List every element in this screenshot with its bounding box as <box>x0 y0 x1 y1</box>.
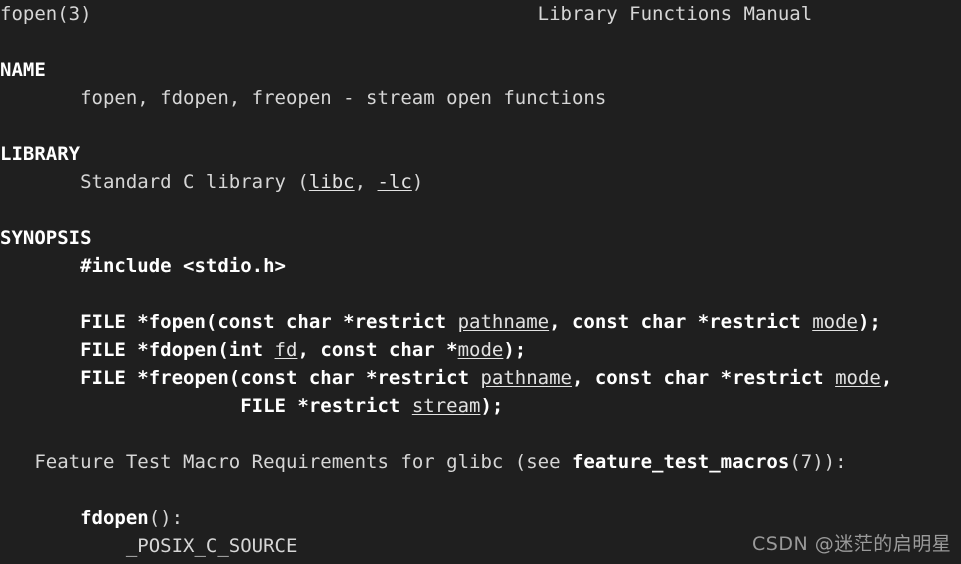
macro-name-posix-c-source: _POSIX_C_SOURCE <box>125 535 298 557</box>
fdopen-signature-prefix: FILE *fdopen(int <box>80 339 275 361</box>
library-text-prefix: Standard C library ( <box>80 171 309 193</box>
prototype-fdopen: FILE *fdopen(int fd, const char *mode); <box>0 336 961 364</box>
fopen-signature-prefix: FILE *fopen(const char *restrict <box>80 311 458 333</box>
section-heading-name: NAME <box>0 56 961 84</box>
freopen-signature-comma: , <box>880 367 893 389</box>
name-functions-text: fopen, fdopen, freopen - stream open fun… <box>80 87 607 109</box>
section-title-name: NAME <box>0 59 46 81</box>
library-text-suffix: ) <box>411 171 424 193</box>
feature-test-func-suffix: (): <box>148 507 184 529</box>
header-gap <box>92 3 538 25</box>
fdopen-param-fd[interactable]: fd <box>275 339 298 361</box>
synopsis-include-line: #include <stdio.h> <box>0 252 961 280</box>
prototype-fopen: FILE *fopen(const char *restrict pathnam… <box>0 308 961 336</box>
prototype-freopen-continuation: FILE *restrict stream); <box>0 392 961 420</box>
section-heading-library: LIBRARY <box>0 140 961 168</box>
fdopen-signature-suffix: ); <box>503 339 527 361</box>
fopen-signature-mid: , const char *restrict <box>549 311 813 333</box>
section-heading-synopsis: SYNOPSIS <box>0 224 961 252</box>
name-body-line: fopen, fdopen, freopen - stream open fun… <box>0 84 961 112</box>
freopen-param-stream[interactable]: stream <box>412 395 481 417</box>
fdopen-signature-mid: , const char * <box>297 339 458 361</box>
feature-test-intro-line: Feature Test Macro Requirements for glib… <box>0 448 961 476</box>
prototype-freopen: FILE *freopen(const char *restrict pathn… <box>0 364 961 392</box>
manpage-header-line: fopen(3) Library Functions Manual <box>0 0 961 28</box>
library-link-libc[interactable]: libc <box>309 171 355 193</box>
library-separator: , <box>354 171 378 193</box>
man-page-content: fopen(3) Library Functions Manual NAME f… <box>0 0 961 564</box>
freopen-param-pathname[interactable]: pathname <box>480 367 572 389</box>
feature-test-text-prefix: Feature Test Macro Requirements for glib… <box>34 451 572 473</box>
feature-test-func-fdopen: fdopen <box>80 507 149 529</box>
freopen-signature-cont-prefix: FILE *restrict <box>240 395 412 417</box>
csdn-watermark: CSDN @迷茫的启明星 <box>752 533 952 555</box>
fopen-signature-suffix: ); <box>857 311 881 333</box>
freopen-signature-mid: , const char *restrict <box>571 367 836 389</box>
freopen-signature-prefix: FILE *freopen(const char *restrict <box>80 367 481 389</box>
freopen-param-mode[interactable]: mode <box>835 367 881 389</box>
manpage-header-left: fopen(3) <box>0 3 92 25</box>
fdopen-param-mode[interactable]: mode <box>458 339 504 361</box>
section-title-synopsis: SYNOPSIS <box>0 227 92 249</box>
feature-test-entry-fdopen: fdopen(): <box>0 504 961 532</box>
include-directive: #include <stdio.h> <box>80 255 286 277</box>
library-link-lc[interactable]: -lc <box>378 171 412 193</box>
manpage-header-center: Library Functions Manual <box>537 3 813 25</box>
feature-test-macros-ref[interactable]: feature_test_macros <box>572 451 789 473</box>
library-body-line: Standard C library (libc, -lc) <box>0 168 961 196</box>
section-title-library: LIBRARY <box>0 143 81 165</box>
fopen-param-pathname[interactable]: pathname <box>458 311 550 333</box>
feature-test-text-suffix: (7)): <box>789 451 847 473</box>
freopen-signature-cont-suffix: ); <box>480 395 504 417</box>
fopen-param-mode[interactable]: mode <box>812 311 858 333</box>
